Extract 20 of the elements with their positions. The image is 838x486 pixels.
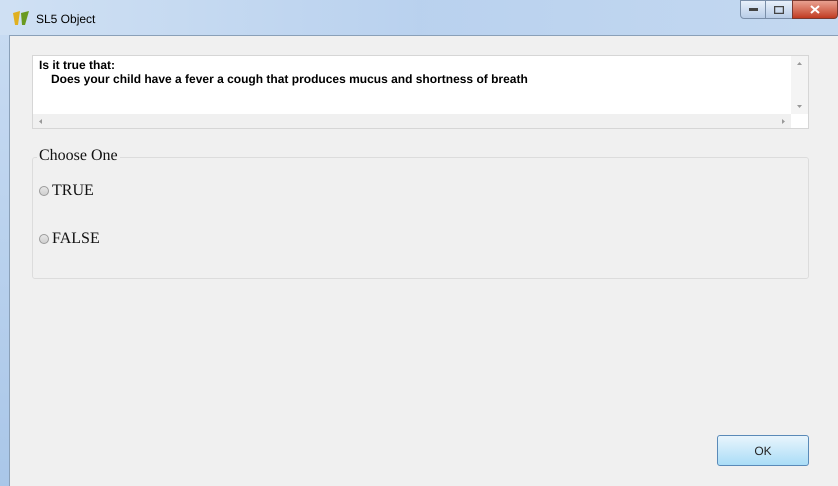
ok-button[interactable]: OK bbox=[717, 435, 809, 466]
scroll-right-icon bbox=[782, 118, 785, 124]
radio-button[interactable] bbox=[39, 234, 49, 244]
radio-option[interactable]: TRUE bbox=[39, 181, 808, 201]
vertical-scrollbar[interactable] bbox=[791, 56, 808, 114]
close-icon bbox=[810, 5, 820, 14]
minimize-button[interactable] bbox=[740, 0, 766, 19]
app-logo-icon bbox=[12, 10, 30, 26]
minimize-icon bbox=[748, 8, 758, 11]
scroll-left-icon bbox=[39, 118, 42, 124]
scroll-up-icon bbox=[797, 62, 802, 65]
maximize-icon bbox=[774, 6, 784, 14]
question-heading: Is it true that: bbox=[39, 58, 116, 72]
scroll-down-icon bbox=[797, 105, 802, 108]
question-text: Does your child have a fever a cough that produces mucus and shortness of breath bbox=[50, 72, 529, 86]
window-title: SL5 Object bbox=[36, 11, 96, 28]
radio-option[interactable]: FALSE bbox=[39, 229, 808, 249]
close-button[interactable] bbox=[792, 0, 838, 19]
maximize-button[interactable] bbox=[766, 0, 792, 19]
radio-button[interactable] bbox=[39, 186, 49, 196]
